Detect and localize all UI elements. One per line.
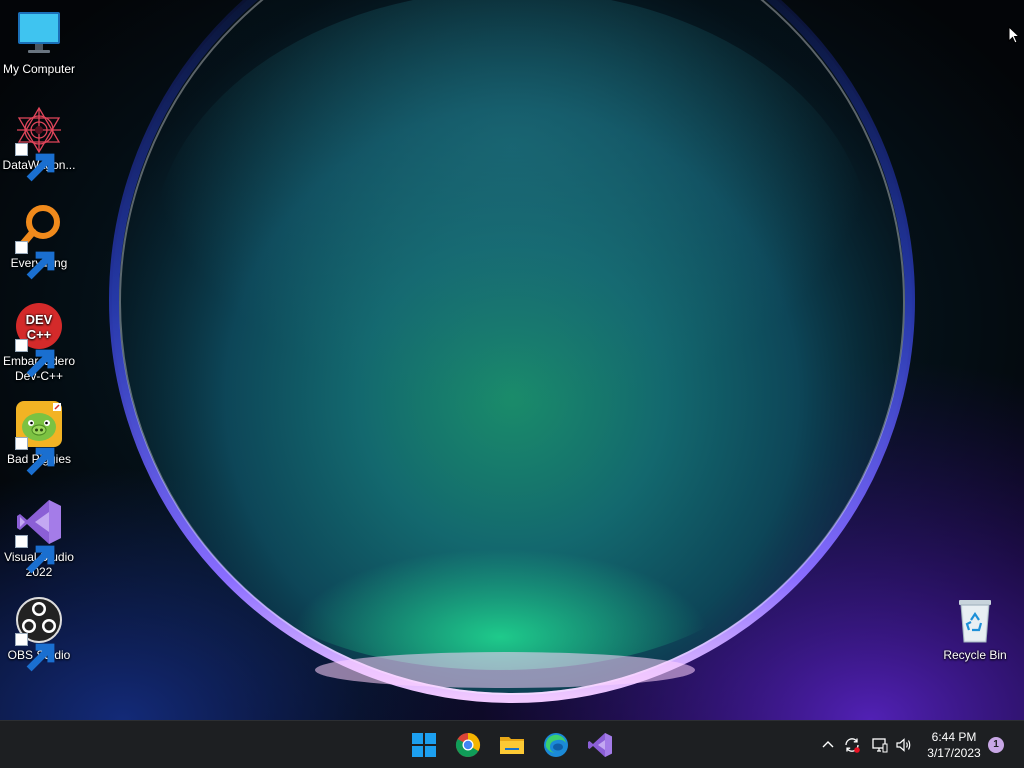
taskbar-app-file-explorer[interactable] [496,729,528,761]
taskbar: 6:44 PM 3/17/2023 1 [0,720,1024,768]
desktop-icon-visual-studio-2022[interactable]: Visual Studio 2022 [1,498,77,580]
taskbar-clock[interactable]: 6:44 PM 3/17/2023 [922,729,986,761]
desktop-icon-label: Recycle Bin [943,648,1007,662]
tray-sync-button[interactable] [842,735,862,755]
tray-network-button[interactable] [870,735,890,755]
desktop-icon-embarcadero-dev-cpp[interactable]: DEV C++ Embarcadero Dev-C++ [1,302,77,384]
desktop-icon-obs-studio[interactable]: OBS Studio [1,596,77,672]
start-button[interactable] [408,729,440,761]
taskbar-app-edge[interactable] [540,729,572,761]
clock-date: 3/17/2023 [927,746,981,760]
notification-badge[interactable]: 1 [988,737,1004,753]
desktop-icon-my-computer[interactable]: My Computer [1,10,77,77]
shortcut-arrow-icon [15,241,55,280]
shortcut-arrow-icon [15,339,55,378]
edge-icon [544,733,568,757]
shortcut-arrow-icon [15,535,55,574]
desktop-icon-label: My Computer [2,62,76,76]
clock-time: 6:44 PM [931,730,977,744]
chrome-icon [455,733,481,758]
shortcut-arrow-icon [15,143,55,182]
desktop-icon-datawagon[interactable]: DataWagon... [1,106,77,182]
sync-icon [845,738,860,753]
network-icon [872,738,888,753]
taskbar-app-chrome[interactable] [452,729,484,761]
shortcut-arrow-icon [15,633,55,672]
visual-studio-icon [588,733,612,757]
mouse-cursor-icon [1008,25,1021,49]
devcpp-icon-text-top: DEV [26,312,53,327]
desktop-icon-recycle-bin[interactable]: Recycle Bin [937,596,1013,663]
shortcut-arrow-icon [15,437,55,476]
chevron-up-icon [822,741,834,748]
folder-icon [500,737,524,754]
desktop-icon-everything[interactable]: Everything [1,204,77,280]
desktop-wallpaper [0,0,1024,720]
desktop-icon-bad-piggies[interactable]: Bad Piggies [1,400,77,476]
tray-volume-button[interactable] [894,735,914,755]
volume-icon [896,738,911,752]
monitor-icon [18,12,60,53]
recycle-bin-icon [959,600,991,643]
show-hidden-icons-button[interactable] [818,735,838,755]
taskbar-app-visual-studio[interactable] [584,729,616,761]
windows-start-icon [412,733,436,757]
